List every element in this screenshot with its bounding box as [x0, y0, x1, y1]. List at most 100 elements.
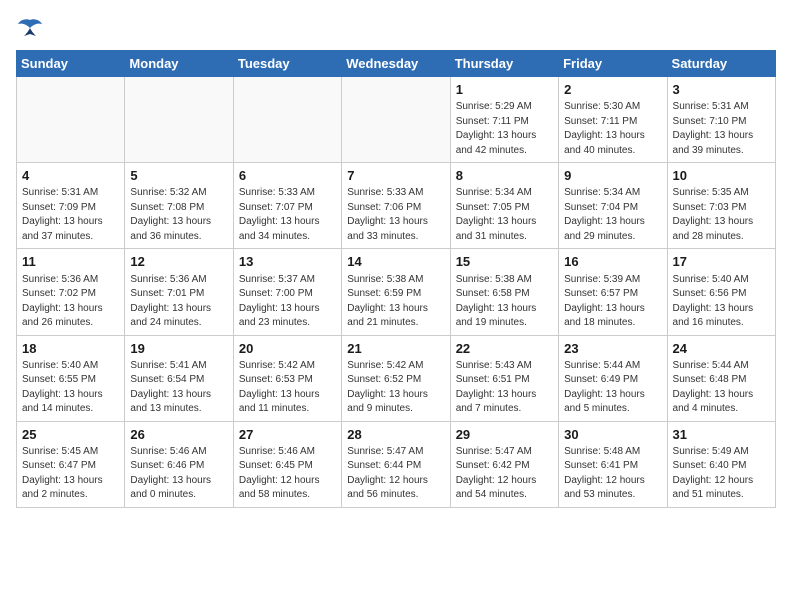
day-info: Sunrise: 5:33 AMSunset: 7:07 PMDaylight:… [239, 186, 336, 244]
day-number: 31 [673, 426, 770, 444]
calendar-cell [17, 77, 125, 163]
logo [16, 16, 48, 38]
logo-bird-icon [16, 16, 44, 38]
calendar-week-4: 18Sunrise: 5:40 AMSunset: 6:55 PMDayligh… [17, 335, 776, 421]
day-info: Sunrise: 5:48 AMSunset: 6:41 PMDaylight:… [564, 445, 661, 503]
weekday-header-tuesday: Tuesday [233, 51, 341, 77]
calendar-cell: 17 Sunrise: 5:40 AMSunset: 6:56 PMDayligh… [667, 249, 775, 335]
calendar-cell: 7Sunrise: 5:33 AMSunset: 7:06 PMDaylight… [342, 163, 450, 249]
day-info: Sunrise: 5:38 AMSunset: 6:59 PMDaylight:… [347, 273, 444, 331]
day-info: Sunrise: 5:37 AMSunset: 7:00 PMDaylight:… [239, 273, 336, 331]
calendar-cell: 18Sunrise: 5:40 AMSunset: 6:55 PMDayligh… [17, 335, 125, 421]
calendar-cell: 6Sunrise: 5:33 AMSunset: 7:07 PMDaylight… [233, 163, 341, 249]
day-info: Sunrise: 5:33 AMSunset: 7:06 PMDaylight:… [347, 186, 444, 244]
day-number: 1 [456, 81, 553, 99]
calendar-header: SundayMondayTuesdayWednesdayThursdayFrid… [17, 51, 776, 77]
day-info: Sunrise: 5:44 AMSunset: 6:48 PMDaylight:… [673, 359, 770, 417]
day-info: Sunrise: 5:45 AMSunset: 6:47 PMDaylight:… [22, 445, 119, 503]
calendar-cell: 4Sunrise: 5:31 AMSunset: 7:09 PMDaylight… [17, 163, 125, 249]
day-info: Sunrise: 5:40 AMSunset: 6:55 PMDaylight:… [22, 359, 119, 417]
calendar-table: SundayMondayTuesdayWednesdayThursdayFrid… [16, 50, 776, 508]
calendar-cell: 2Sunrise: 5:30 AMSunset: 7:11 PMDaylight… [559, 77, 667, 163]
day-info: Sunrise: 5:38 AMSunset: 6:58 PMDaylight:… [456, 273, 553, 331]
day-info: Sunrise: 5:42 AMSunset: 6:52 PMDaylight:… [347, 359, 444, 417]
day-number: 27 [239, 426, 336, 444]
day-info: Sunrise: 5:40 AMSunset: 6:56 PMDaylight:… [673, 273, 770, 331]
calendar-cell: 12 Sunrise: 5:36 AMSunset: 7:01 PMDayligh… [125, 249, 233, 335]
day-info: Sunrise: 5:36 AMSunset: 7:01 PMDaylight:… [130, 273, 227, 331]
day-info: Sunrise: 5:49 AMSunset: 6:40 PMDaylight:… [673, 445, 770, 503]
day-number: 6 [239, 167, 336, 185]
day-number: 29 [456, 426, 553, 444]
calendar-cell: 9Sunrise: 5:34 AMSunset: 7:04 PMDaylight… [559, 163, 667, 249]
day-number: 28 [347, 426, 444, 444]
calendar-cell: 28Sunrise: 5:47 AMSunset: 6:44 PMDayligh… [342, 421, 450, 507]
day-number: 13 [239, 253, 336, 271]
calendar-cell: 5Sunrise: 5:32 AMSunset: 7:08 PMDaylight… [125, 163, 233, 249]
calendar-cell: 14 Sunrise: 5:38 AMSunset: 6:59 PMDayligh… [342, 249, 450, 335]
calendar-cell: 15 Sunrise: 5:38 AMSunset: 6:58 PMDayligh… [450, 249, 558, 335]
day-number: 7 [347, 167, 444, 185]
day-info: Sunrise: 5:34 AMSunset: 7:05 PMDaylight:… [456, 186, 553, 244]
day-info: Sunrise: 5:47 AMSunset: 6:42 PMDaylight:… [456, 445, 553, 503]
day-number: 16 [564, 253, 661, 271]
calendar-cell: 25Sunrise: 5:45 AMSunset: 6:47 PMDayligh… [17, 421, 125, 507]
day-info: Sunrise: 5:46 AMSunset: 6:45 PMDaylight:… [239, 445, 336, 503]
day-info: Sunrise: 5:42 AMSunset: 6:53 PMDaylight:… [239, 359, 336, 417]
calendar-cell: 20Sunrise: 5:42 AMSunset: 6:53 PMDayligh… [233, 335, 341, 421]
day-info: Sunrise: 5:31 AMSunset: 7:09 PMDaylight:… [22, 186, 119, 244]
calendar-cell: 19Sunrise: 5:41 AMSunset: 6:54 PMDayligh… [125, 335, 233, 421]
calendar-cell: 13 Sunrise: 5:37 AMSunset: 7:00 PMDayligh… [233, 249, 341, 335]
day-number: 26 [130, 426, 227, 444]
calendar-cell: 3Sunrise: 5:31 AMSunset: 7:10 PMDaylight… [667, 77, 775, 163]
calendar-cell: 16Sunrise: 5:39 AMSunset: 6:57 PMDayligh… [559, 249, 667, 335]
day-number: 5 [130, 167, 227, 185]
calendar-cell: 11 Sunrise: 5:36 AMSunset: 7:02 PMDayligh… [17, 249, 125, 335]
day-number: 18 [22, 340, 119, 358]
day-number: 8 [456, 167, 553, 185]
day-info: Sunrise: 5:46 AMSunset: 6:46 PMDaylight:… [130, 445, 227, 503]
day-info: Sunrise: 5:43 AMSunset: 6:51 PMDaylight:… [456, 359, 553, 417]
day-info: Sunrise: 5:32 AMSunset: 7:08 PMDaylight:… [130, 186, 227, 244]
day-number: 22 [456, 340, 553, 358]
day-info: Sunrise: 5:36 AMSunset: 7:02 PMDaylight:… [22, 273, 119, 331]
day-number: 21 [347, 340, 444, 358]
calendar-cell: 1Sunrise: 5:29 AMSunset: 7:11 PMDaylight… [450, 77, 558, 163]
day-info: Sunrise: 5:29 AMSunset: 7:11 PMDaylight:… [456, 100, 553, 158]
calendar-week-5: 25Sunrise: 5:45 AMSunset: 6:47 PMDayligh… [17, 421, 776, 507]
weekday-header-monday: Monday [125, 51, 233, 77]
day-info: Sunrise: 5:41 AMSunset: 6:54 PMDaylight:… [130, 359, 227, 417]
day-number: 23 [564, 340, 661, 358]
calendar-cell [233, 77, 341, 163]
day-number: 20 [239, 340, 336, 358]
day-info: Sunrise: 5:30 AMSunset: 7:11 PMDaylight:… [564, 100, 661, 158]
calendar-cell: 26Sunrise: 5:46 AMSunset: 6:46 PMDayligh… [125, 421, 233, 507]
day-number: 15 [456, 253, 553, 271]
calendar-cell: 30Sunrise: 5:48 AMSunset: 6:41 PMDayligh… [559, 421, 667, 507]
calendar-cell: 8Sunrise: 5:34 AMSunset: 7:05 PMDaylight… [450, 163, 558, 249]
day-info: Sunrise: 5:31 AMSunset: 7:10 PMDaylight:… [673, 100, 770, 158]
day-number: 14 [347, 253, 444, 271]
day-number: 3 [673, 81, 770, 99]
weekday-header-saturday: Saturday [667, 51, 775, 77]
calendar-week-2: 4Sunrise: 5:31 AMSunset: 7:09 PMDaylight… [17, 163, 776, 249]
calendar-cell: 29Sunrise: 5:47 AMSunset: 6:42 PMDayligh… [450, 421, 558, 507]
day-number: 11 [22, 253, 119, 271]
day-number: 25 [22, 426, 119, 444]
day-number: 19 [130, 340, 227, 358]
day-info: Sunrise: 5:44 AMSunset: 6:49 PMDaylight:… [564, 359, 661, 417]
page-header [16, 16, 776, 38]
calendar-cell: 31Sunrise: 5:49 AMSunset: 6:40 PMDayligh… [667, 421, 775, 507]
weekday-header-friday: Friday [559, 51, 667, 77]
day-number: 4 [22, 167, 119, 185]
day-number: 2 [564, 81, 661, 99]
day-number: 9 [564, 167, 661, 185]
calendar-cell: 27Sunrise: 5:46 AMSunset: 6:45 PMDayligh… [233, 421, 341, 507]
day-number: 17 [673, 253, 770, 271]
day-info: Sunrise: 5:35 AMSunset: 7:03 PMDaylight:… [673, 186, 770, 244]
day-number: 24 [673, 340, 770, 358]
calendar-week-1: 1Sunrise: 5:29 AMSunset: 7:11 PMDaylight… [17, 77, 776, 163]
day-number: 12 [130, 253, 227, 271]
calendar-cell: 10Sunrise: 5:35 AMSunset: 7:03 PMDayligh… [667, 163, 775, 249]
calendar-cell: 24Sunrise: 5:44 AMSunset: 6:48 PMDayligh… [667, 335, 775, 421]
